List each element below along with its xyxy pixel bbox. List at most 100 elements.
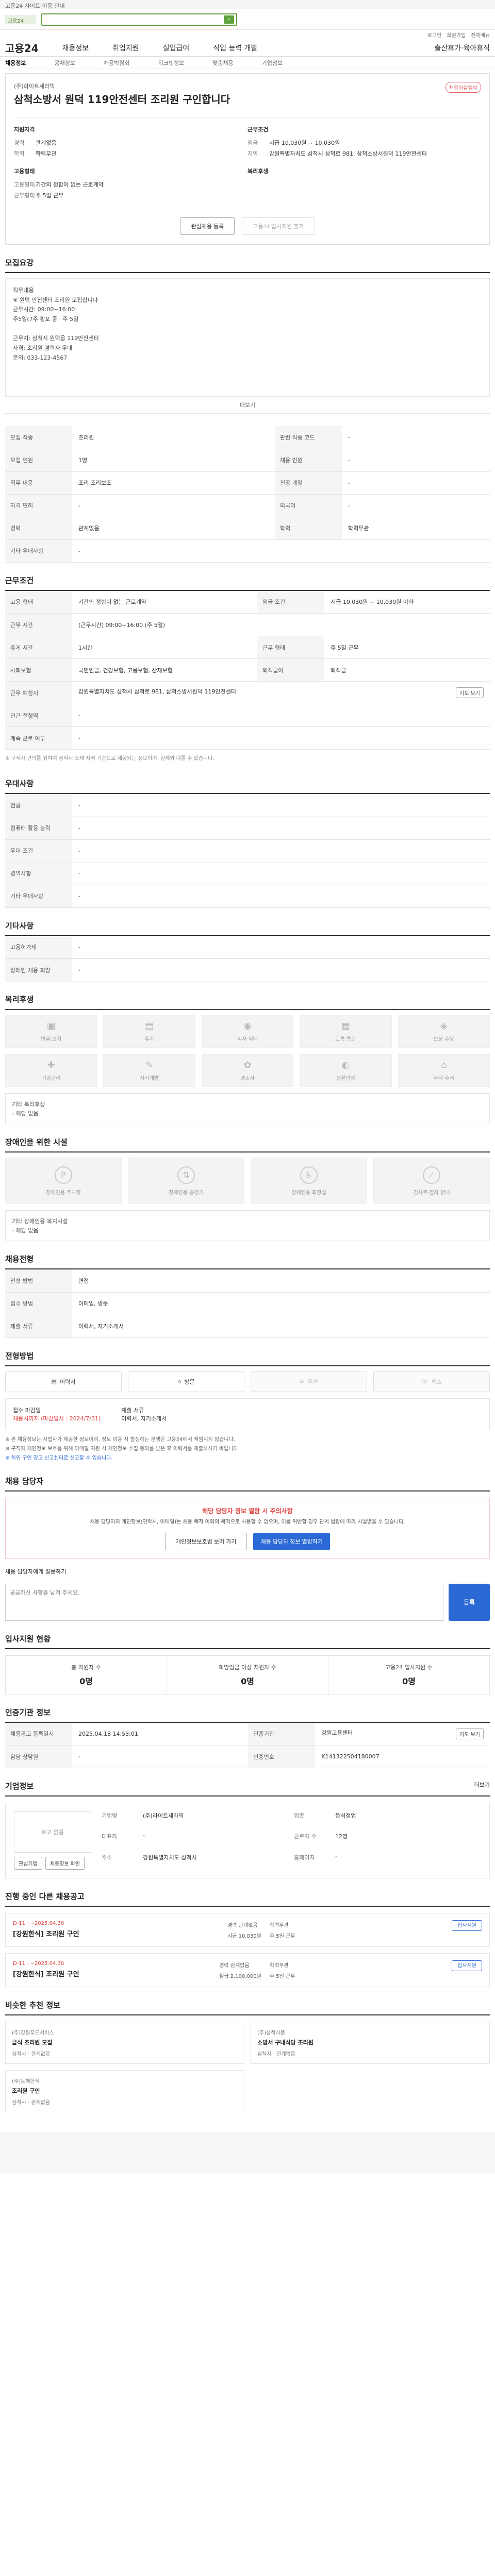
stat-label: 고용24 입사지원 수 (385, 1664, 433, 1671)
info-value: 음식점업 (335, 1812, 356, 1819)
recommend-card[interactable]: (주)삼척식품 소방서 구내식당 조리원 삼척시 · 관계없음 (251, 2022, 490, 2064)
description-section: 모집요강 직무내용 ※ 원덕 안전센터 조리원 모집합니다 근무시간: 09:0… (5, 257, 490, 414)
benefit-label: 휴가 (144, 1037, 154, 1042)
info-key: 홈페이지 (294, 1854, 315, 1861)
gnb-menu-leave[interactable]: 출산휴가·육아휴직 (435, 43, 490, 53)
apply-resume[interactable]: ▤ 이력서 (5, 1371, 122, 1392)
section-title: 근무조건 (5, 575, 490, 591)
search-box[interactable]: ⌕ (41, 13, 237, 26)
info-value: - (143, 1832, 145, 1839)
row-header: 자격 면허 (5, 494, 72, 517)
section-title: 비슷한 추천 정보 (5, 1999, 490, 2015)
qualification-title: 지원자격 (14, 126, 35, 133)
agency-map-button[interactable]: 지도 보기 (456, 1728, 484, 1739)
job-card-title[interactable]: [강원한식] 조리원 구인 (13, 1928, 79, 1938)
company-card: 로고 없음 관심기업 채용정보 확인 기업명 (주)라이트세라믹 업종 음식점업 대표… (5, 1803, 490, 1878)
row-value: 1명 (72, 449, 275, 472)
row-value: (근무시간) 09:00~16:00 (주 5일) (72, 613, 490, 636)
kv-key: 경력 (14, 140, 25, 146)
gnb-menu-jobs[interactable]: 채용정보 (62, 43, 89, 53)
bus-icon: ▦ (341, 1021, 350, 1031)
row-value: - (72, 494, 275, 517)
subnav-item-custom[interactable]: 맞춤채용 (212, 59, 233, 67)
benefit-label: 자기개발 (140, 1076, 159, 1081)
footer (0, 2132, 495, 2173)
row-header: 외국어 (274, 494, 342, 517)
rec-title[interactable]: 급식 조리원 모집 (12, 2038, 238, 2046)
gnb-menu-training[interactable]: 직업 능력 개발 (213, 43, 257, 53)
all-menu-link[interactable]: 전체메뉴 (471, 31, 490, 39)
gnb-logo[interactable]: 고용24 (5, 40, 39, 55)
row-value: 이메일, 방문 (72, 1292, 490, 1315)
job-apply-button[interactable]: 입사지원 (452, 1960, 482, 1971)
rec-meta: 삼척시 · 관계없음 (12, 2052, 50, 2057)
subnav-item-jobs[interactable]: 채용정보 (5, 59, 26, 67)
agent-warning-title: 해당 담당자 정보 열람 시 주의사항 (202, 1507, 293, 1515)
search-input[interactable] (42, 14, 224, 25)
row-value: 시급 10,030원 ~ 10,030원 이하 (324, 590, 490, 614)
rec-title[interactable]: 소방서 구내식당 조리원 (257, 2038, 483, 2046)
company-name[interactable]: (주)라이트세라믹 (14, 82, 230, 90)
benefit-label: 건강관리 (41, 1076, 61, 1081)
notice-item[interactable]: ※ 허위 구인 광고 신고센터로 신고할 수 있습니다. (5, 1454, 490, 1463)
qna-submit-button[interactable]: 등록 (449, 1583, 490, 1621)
benefit-label: 주택·주거 (433, 1076, 454, 1081)
company-more-link[interactable]: 더보기 (474, 1781, 490, 1791)
qna-textarea[interactable] (5, 1583, 443, 1621)
job-card-meta: 경력 관계없음 학력무관 월급 2,100,000원 주 5일 근무 (219, 1961, 311, 1979)
row-header: 인증기관 (248, 1722, 316, 1745)
recommend-card[interactable]: (주)강원푸드서비스 급식 조리원 모집 삼척시 · 관계없음 (5, 2022, 244, 2064)
subnav-item-public[interactable]: 공채정보 (54, 59, 75, 67)
table-row: 우대 조건 - (5, 839, 490, 862)
gnb-menu-benefit[interactable]: 실업급여 (163, 43, 190, 53)
job-header: (주)라이트세라믹 삼척소방서 원덕 119안전센터 조리원 구인합니다 채용마… (5, 73, 490, 245)
kv-key: 고용형태 (14, 181, 35, 188)
apply-visit[interactable]: ⌂ 방문 (128, 1371, 244, 1392)
employment-title: 고용형태 (14, 168, 35, 175)
more-button[interactable]: 더보기 (5, 397, 490, 414)
conditions-table: 고용 형태 기간의 정함이 없는 근로계약 임금 조건 시급 10,030원 ~ 10… (5, 590, 490, 750)
scrap-button[interactable]: 관심채용 등록 (180, 217, 235, 235)
subnav-item-worknet[interactable]: 워크넷정보 (158, 59, 185, 67)
benefit-card: ▦ 교통·통근 (300, 1015, 392, 1048)
mail-icon: ✉ (300, 1378, 305, 1385)
search-icon[interactable]: ⌕ (224, 15, 234, 24)
login-link[interactable]: 로그인 (427, 31, 442, 39)
job-card[interactable]: D-11 · ~2025.04.30 [강원한식] 조리원 구인 경력 관계없음 학… (5, 1913, 490, 1947)
benefit-card: ✿ 경조사 (201, 1054, 294, 1087)
row-header: 근무 예정지 (5, 681, 72, 704)
subnav-item-company[interactable]: 기업정보 (262, 59, 283, 67)
site-logo[interactable]: 고용24 (5, 14, 36, 24)
job-apply-button[interactable]: 입사지원 (452, 1920, 482, 1931)
stat-item: 고용24 입사지원 수 0명 (328, 1656, 489, 1694)
kv-key: 근무형태 (14, 192, 35, 199)
map-button[interactable]: 지도 보기 (456, 687, 484, 698)
row-value: - (72, 936, 490, 959)
view-agent-button[interactable]: 채용 담당자 정보 열람하기 (253, 1532, 330, 1550)
apply-disabled-button[interactable]: 고용24 입사지원 불가 (242, 217, 315, 235)
job-card-title[interactable]: [강원한식] 조리원 구인 (13, 1969, 79, 1978)
follow-company-button[interactable]: 관심기업 (14, 1857, 42, 1870)
global-nav: 고용24 채용정보 취업지원 실업급여 직업 능력 개발 출산휴가·육아휴직 (0, 39, 495, 57)
job-card[interactable]: D-11 · ~2025.04.30 [강원한식] 조리원 구인 경력 관계없음 학… (5, 1953, 490, 1987)
privacy-law-button[interactable]: 개인정보보호법 보러 가기 (165, 1532, 248, 1550)
table-row: 기타 우대사항 - (5, 539, 490, 563)
recommend-card[interactable]: (주)동해한식 조리원 구인 삼척시 · 관계없음 (5, 2070, 244, 2112)
subnav-item-fair[interactable]: 채용박람회 (104, 59, 130, 67)
signup-link[interactable]: 회원가입 (447, 31, 466, 39)
etc-table: 고용허가제 - 장애인 채용 희망 - (5, 936, 490, 981)
stats-section: 입사지원 현황 총 지원자 수 0명 희망임금 이상 지원자 수 0명 고용24 입… (5, 1633, 490, 1694)
other-jobs-section: 진행 중인 다른 채용공고 D-11 · ~2025.04.30 [강원한식] 조… (5, 1891, 490, 1987)
kv-value: 학력무관 (36, 150, 57, 157)
row-value: 강원고용센터 지도 보기 (315, 1722, 490, 1745)
row-value: - (341, 426, 490, 449)
deadline-badge: 채용마감임박 (445, 82, 481, 93)
rec-title[interactable]: 조리원 구인 (12, 2087, 238, 2095)
apply-mail: ✉ 우편 (251, 1371, 367, 1392)
benefits-grid: ▣ 연금·보험 ▤ 휴가 ◉ 식사·식대 ▦ 교통·통근 ◈ 보상·수당 ✚ 건강관리 ✎ 자… (5, 1015, 490, 1087)
gnb-menu-support[interactable]: 취업지원 (112, 43, 139, 53)
benefit-card: ⌂ 주택·주거 (398, 1054, 490, 1087)
company-jobs-button[interactable]: 채용정보 확인 (45, 1857, 85, 1870)
notice-item: ※ 구직자 개인정보 보호를 위해 이메일 지원 시 개인정보 수집 동의를 받… (5, 1446, 240, 1452)
logo-text: 고용24 (8, 18, 24, 24)
